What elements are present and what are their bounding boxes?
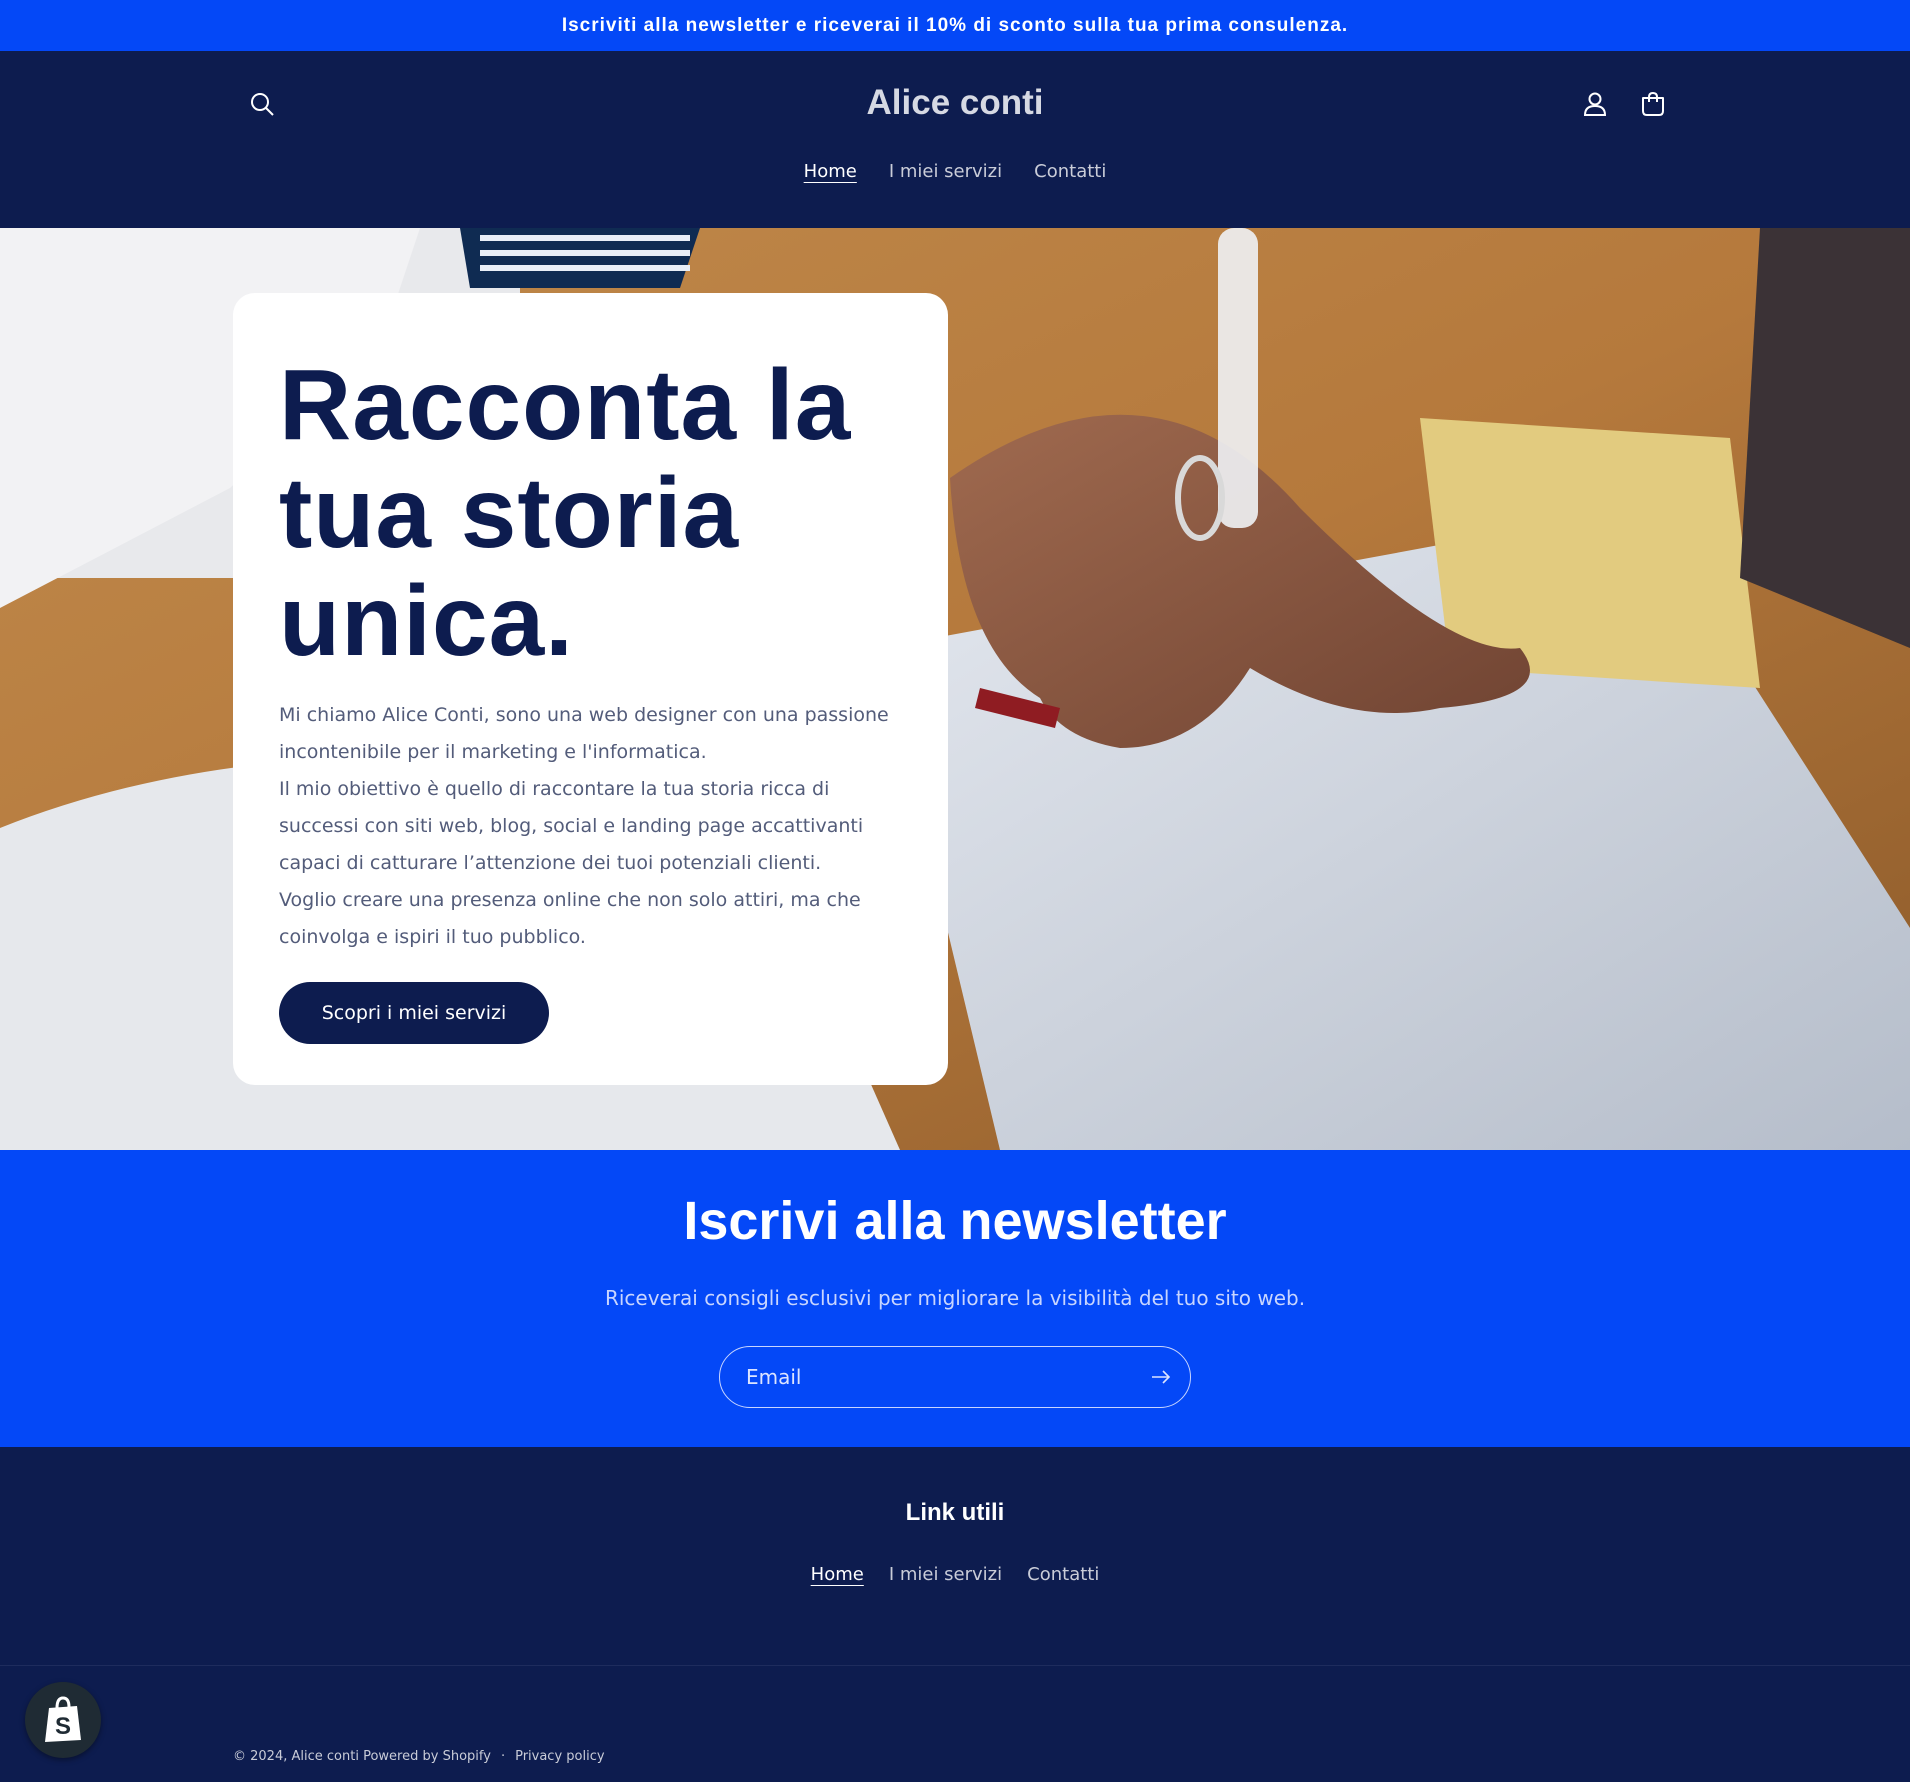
account-icon (1583, 92, 1607, 116)
nav-item-contacts[interactable]: Contatti (1034, 161, 1106, 182)
footer-brand-link[interactable]: Alice conti (292, 1749, 359, 1764)
hero-description-paragraph: Mi chiamo Alice Conti, sono una web desi… (279, 704, 889, 763)
hero-section: Racconta la tua storia unica. Mi chiamo … (0, 228, 1910, 1150)
cart-button[interactable] (1631, 82, 1675, 126)
site-logo[interactable]: Alice conti (0, 83, 1910, 123)
hero-description: Mi chiamo Alice Conti, sono una web desi… (279, 697, 902, 956)
svg-text:S: S (55, 1713, 71, 1740)
powered-by-link[interactable]: Powered by Shopify (363, 1749, 491, 1764)
announcement-bar: Iscriviti alla newsletter e riceverai il… (0, 0, 1910, 51)
privacy-policy-link[interactable]: Privacy policy (515, 1749, 604, 1764)
main-nav: Home I miei servizi Contatti (0, 161, 1910, 182)
hero-title: Racconta la tua storia unica. (279, 349, 852, 677)
announcement-text: Iscriviti alla newsletter e riceverai il… (561, 14, 1349, 36)
shopify-badge[interactable]: S (25, 1682, 101, 1758)
footer-bottom: © 2024, Alice conti Powered by Shopify ·… (233, 1749, 605, 1764)
copyright-year: © 2024, (233, 1749, 288, 1764)
hero-description-paragraph: Voglio creare una presenza online che no… (279, 889, 861, 948)
footer-title: Link utili (905, 1499, 1005, 1526)
footer-nav: Home I miei servizi Contatti (0, 1564, 1910, 1585)
footer-nav-item-home[interactable]: Home (811, 1564, 864, 1585)
submit-arrow-icon[interactable] (1148, 1364, 1174, 1390)
account-button[interactable] (1573, 82, 1617, 126)
newsletter-title: Iscrivi alla newsletter (683, 1191, 1227, 1251)
newsletter-subtitle: Riceverai consigli esclusivi per miglior… (604, 1286, 1306, 1310)
shopify-bag-icon: S (45, 1696, 81, 1742)
email-form (719, 1346, 1191, 1408)
site-header: Alice conti Home I miei servizi Contatti (0, 51, 1910, 228)
cart-icon (1642, 92, 1664, 116)
footer-nav-item-services[interactable]: I miei servizi (889, 1564, 1002, 1585)
footer-nav-item-contacts[interactable]: Contatti (1027, 1564, 1099, 1585)
newsletter-section: Iscrivi alla newsletter Riceverai consig… (0, 1150, 1910, 1447)
footer-separator: · (500, 1749, 506, 1764)
copyright-text: © 2024, Alice conti Powered by Shopify (233, 1749, 491, 1764)
services-cta-button[interactable]: Scopri i miei servizi (279, 982, 549, 1044)
site-footer: Link utili Home I miei servizi Contatti … (0, 1447, 1910, 1782)
nav-item-home[interactable]: Home (804, 161, 857, 182)
email-input[interactable] (746, 1347, 1126, 1406)
hero-card: Racconta la tua storia unica. Mi chiamo … (233, 293, 948, 1085)
nav-item-services[interactable]: I miei servizi (889, 161, 1002, 182)
footer-divider (0, 1665, 1910, 1666)
hero-description-paragraph: Il mio obiettivo è quello di raccontare … (279, 778, 864, 874)
